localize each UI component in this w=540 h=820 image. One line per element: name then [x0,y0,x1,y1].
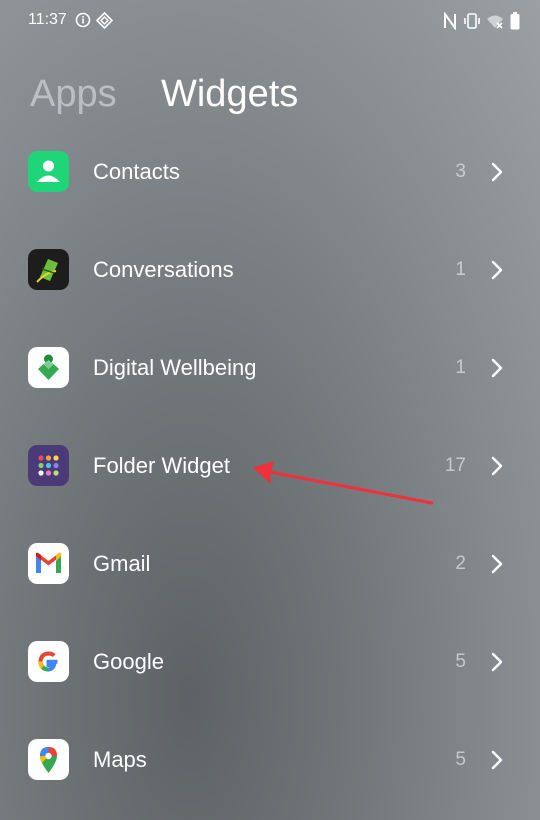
widget-count: 1 [455,259,466,280]
tab-widgets[interactable]: Widgets [161,68,298,120]
conversations-icon [28,249,69,290]
gmail-icon [28,543,69,584]
chevron-right-icon [490,651,504,678]
vibrate-icon [463,12,481,35]
app-name: Contacts [93,159,180,184]
folder-widget-icon [28,445,69,486]
widget-count: 5 [455,651,466,672]
battery-icon [510,12,520,35]
status-bar: 11:37 [0,0,540,42]
list-item-folder-widget[interactable]: Folder Widget 17 [0,418,540,516]
contacts-icon [28,151,69,192]
app-name: Conversations [93,257,234,282]
app-name: Digital Wellbeing [93,355,257,380]
settings-diamond-icon [95,11,114,34]
wifi-off-icon [486,12,504,35]
status-time: 11:37 [28,11,67,28]
list-item-google[interactable]: Google 5 [0,614,540,712]
chevron-right-icon [490,749,504,776]
list-item-contacts[interactable]: Contacts 3 [0,124,540,222]
app-name: Maps [93,747,147,772]
chevron-right-icon [490,357,504,384]
list-item-maps[interactable]: Maps 5 [0,712,540,810]
google-icon [28,641,69,682]
info-icon [75,12,91,33]
nfc-icon [443,10,457,35]
app-name: Gmail [93,551,151,576]
widget-count: 3 [455,161,466,182]
chevron-right-icon [490,259,504,286]
widget-count: 2 [455,553,466,574]
widget-count: 1 [455,357,466,378]
list-item-gmail[interactable]: Gmail 2 [0,516,540,614]
list-item-digital-wellbeing[interactable]: Digital Wellbeing 1 [0,320,540,418]
list-item-conversations[interactable]: Conversations 1 [0,222,540,320]
widget-count: 17 [444,455,466,476]
chevron-right-icon [490,161,504,188]
app-name: Google [93,649,164,674]
widget-count: 5 [455,749,466,770]
maps-icon [28,739,69,780]
tab-apps[interactable]: Apps [30,68,117,120]
digital-wellbeing-icon [28,347,69,388]
chevron-right-icon [490,455,504,482]
chevron-right-icon [490,553,504,580]
app-name: Folder Widget [93,453,230,478]
